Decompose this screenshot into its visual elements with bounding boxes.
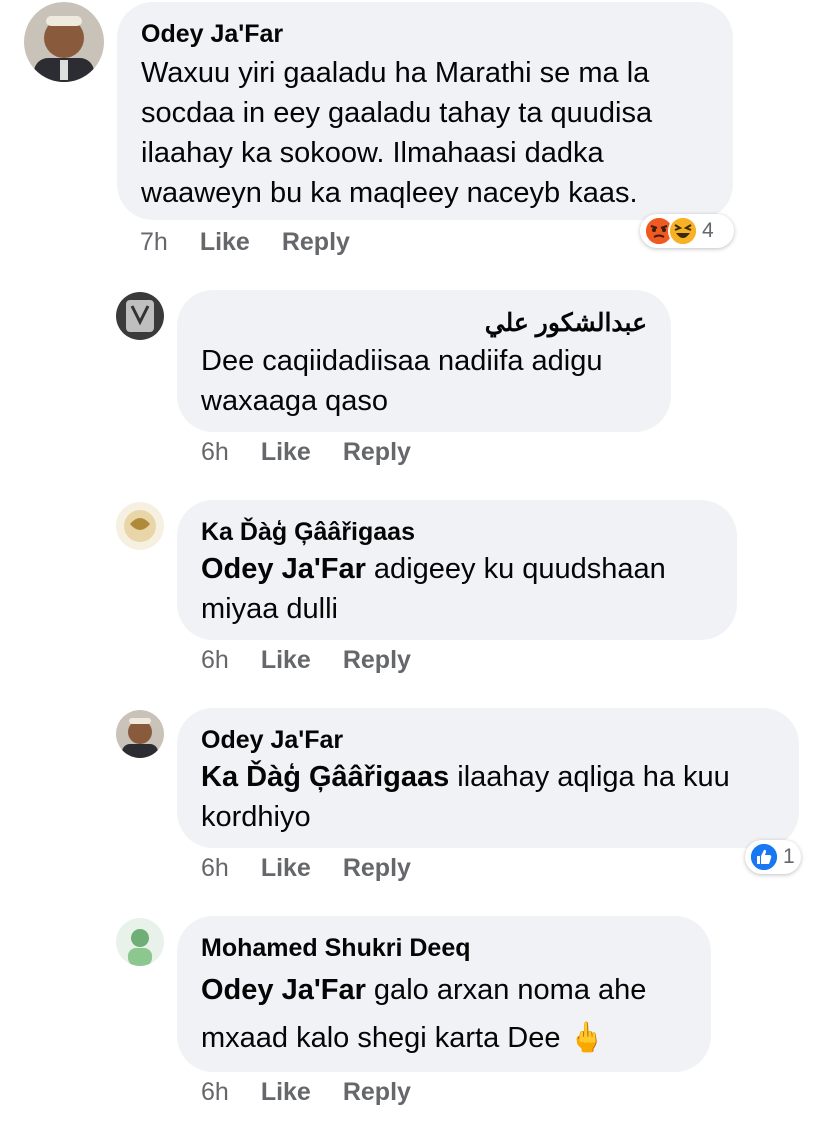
reply-button[interactable]: Reply — [343, 1078, 411, 1106]
comment-bubble[interactable]: Ka Ďàģ Ģââřigaas Odey Ja'Far adigeey ku … — [177, 500, 737, 640]
like-button[interactable]: Like — [261, 438, 311, 466]
avatar[interactable] — [24, 2, 104, 82]
comment-bubble[interactable]: عبدالشكور علي Dee caqiidadiisaa nadiifa … — [177, 290, 671, 432]
like-button[interactable]: Like — [200, 228, 250, 256]
comment-actions: 6h Like Reply — [201, 646, 443, 675]
comment-time[interactable]: 6h — [201, 854, 229, 882]
like-button[interactable]: Like — [261, 854, 311, 882]
comment-1: Odey Ja'Far Waxuu yiri gaaladu ha Marath… — [0, 0, 828, 270]
comment-bubble[interactable]: Mohamed Shukri Deeq Odey Ja'Far galo arx… — [177, 916, 711, 1072]
comment-author[interactable]: Odey Ja'Far — [141, 20, 283, 49]
mention-link[interactable]: Odey Ja'Far — [201, 553, 366, 585]
comment-time[interactable]: 7h — [140, 228, 168, 256]
like-button[interactable]: Like — [261, 1078, 311, 1106]
reply-button[interactable]: Reply — [343, 854, 411, 882]
avatar[interactable] — [116, 502, 164, 550]
reply-button[interactable]: Reply — [343, 646, 411, 674]
comment-time[interactable]: 6h — [201, 1078, 229, 1106]
comment-actions: 7h Like Reply — [140, 228, 382, 257]
comment-author[interactable]: Ka Ďàģ Ģââřigaas — [201, 518, 415, 547]
like-button[interactable]: Like — [261, 646, 311, 674]
comment-time[interactable]: 6h — [201, 646, 229, 674]
avatar[interactable] — [116, 918, 164, 966]
comment-text: Ka Ďàģ Ģââřigaas ilaahay aqliga ha kuu k… — [201, 757, 781, 837]
comment-body: Dee caqiidadiisaa nadiifa adigu waxaaga … — [201, 345, 603, 417]
comment-text: Waxuu yiri gaaladu ha Marathi se ma la s… — [141, 53, 721, 213]
mention-link[interactable]: Ka Ďàģ Ģââřigaas — [201, 761, 449, 793]
comment-author[interactable]: عبدالشكور علي — [485, 308, 647, 338]
reaction-count: 1 — [783, 845, 795, 868]
reactions-badge[interactable]: 4 — [640, 214, 734, 248]
comment-actions: 6h Like Reply — [201, 854, 443, 883]
comment-bubble[interactable]: Odey Ja'Far Waxuu yiri gaaladu ha Marath… — [117, 2, 733, 220]
comment-body: Waxuu yiri gaaladu ha Marathi se ma la s… — [141, 57, 653, 209]
reply-button[interactable]: Reply — [343, 438, 411, 466]
reply-button[interactable]: Reply — [282, 228, 350, 256]
reaction-count: 4 — [702, 219, 714, 242]
comment-time[interactable]: 6h — [201, 438, 229, 466]
comment-actions: 6h Like Reply — [201, 1078, 443, 1107]
haha-icon — [668, 216, 698, 246]
avatar[interactable] — [116, 292, 164, 340]
comment-author[interactable]: Odey Ja'Far — [201, 726, 343, 755]
reactions-badge[interactable]: 1 — [745, 840, 801, 874]
comment-text: Dee caqiidadiisaa nadiifa adigu waxaaga … — [201, 341, 661, 421]
comment-author[interactable]: Mohamed Shukri Deeq — [201, 934, 471, 963]
comment-text: Odey Ja'Far galo arxan noma ahe mxaad ka… — [201, 966, 701, 1062]
comment-actions: 6h Like Reply — [201, 438, 443, 467]
avatar[interactable] — [116, 710, 164, 758]
mention-link[interactable]: Odey Ja'Far — [201, 974, 366, 1006]
comment-bubble[interactable]: Odey Ja'Far Ka Ďàģ Ģââřigaas ilaahay aql… — [177, 708, 799, 848]
like-icon — [749, 842, 779, 872]
comment-text: Odey Ja'Far adigeey ku quudshaan miyaa d… — [201, 549, 721, 629]
